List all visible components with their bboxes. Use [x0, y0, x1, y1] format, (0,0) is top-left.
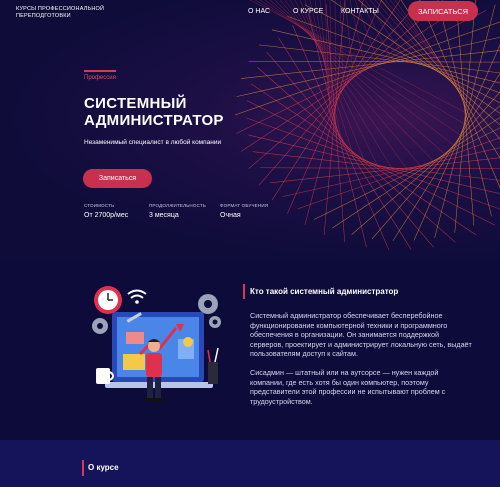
course-section: О курсе — [0, 440, 500, 487]
page-title: СИСТЕМНЫЙ АДМИНИСТРАТОР — [84, 95, 224, 129]
hero-line — [269, 0, 448, 157]
nav-about[interactable]: О НАС — [248, 8, 270, 15]
course-title: О курсе — [88, 463, 119, 472]
stat-price: СТОИМОСТЬ От 2700р/мес — [84, 203, 128, 219]
page: КУРСЫ ПРОФЕССИОНАЛЬНОЙ ПЕРЕПОДГОТОВКИ О … — [0, 0, 500, 487]
stat-value: Очная — [220, 212, 241, 219]
sysadmin-illustration — [92, 286, 221, 402]
logo[interactable]: КУРСЫ ПРОФЕССИОНАЛЬНОЙ ПЕРЕПОДГОТОВКИ — [16, 6, 104, 20]
hero-line — [292, 24, 389, 250]
header-signup-button[interactable]: ЗАПИСАТЬСЯ — [408, 1, 478, 21]
hero-signup-button[interactable]: Записаться — [83, 169, 152, 188]
stat-format: ФОРМАТ ОБУЧЕНИЯ Очная — [220, 203, 268, 219]
logo-line-1: КУРСЫ ПРОФЕССИОНАЛЬНОЙ — [16, 6, 105, 12]
hero-line — [437, 0, 492, 217]
stat-value: От 2700р/мес — [84, 212, 129, 219]
hero-line — [264, 0, 457, 148]
nav-contacts[interactable]: КОНТАКТЫ — [341, 8, 379, 15]
hero-line — [240, 1, 468, 152]
hero-line — [329, 0, 332, 104]
hero-section: КУРСЫ ПРОФЕССИОНАЛЬНОЙ ПЕРЕПОДГОТОВКИ О … — [0, 0, 500, 262]
stat-duration: ПРОДОЛЖИТЕЛЬНОСТЬ 3 месяца — [149, 203, 206, 219]
stat-value: 3 месяца — [149, 212, 179, 219]
title-line-1: СИСТЕМНЫЙ — [84, 95, 187, 112]
hero-line — [266, 51, 434, 248]
hero-line-art — [234, 0, 500, 250]
about-title: Кто такой системный администратор — [250, 287, 399, 296]
profession-tag: Профессия — [84, 75, 116, 81]
hero-line — [380, 0, 500, 140]
about-title-marker — [243, 284, 245, 299]
hero-subtitle: Незаменимый специалист в любой компании — [84, 139, 222, 146]
hero-line — [279, 0, 422, 168]
about-paragraph-1: Системный администратор обеспечивает бес… — [250, 311, 472, 359]
hero-line — [257, 67, 456, 243]
stat-label: СТОИМОСТЬ — [84, 203, 115, 208]
hero-line — [248, 60, 500, 63]
tag-underline — [84, 70, 116, 72]
title-line-2: АДМИНИСТРАТОР — [84, 112, 224, 129]
hero-line — [334, 0, 337, 93]
nav-course[interactable]: О КУРСЕ — [293, 8, 323, 15]
hero-line — [434, 4, 496, 238]
hero-line — [260, 167, 500, 169]
hero-line — [351, 105, 500, 235]
stat-label: ПРОДОЛЖИТЕЛЬНОСТЬ — [149, 203, 206, 208]
hero-line — [419, 0, 500, 189]
hero-line — [323, 0, 346, 235]
hero-line — [278, 37, 412, 250]
about-section: Кто такой системный администратор Систем… — [0, 262, 500, 440]
logo-line-2: ПЕРЕПОДГОТОВКИ — [16, 13, 71, 19]
hero-line — [455, 0, 475, 226]
course-title-marker — [82, 460, 84, 476]
hero-line — [248, 0, 444, 169]
stat-label: ФОРМАТ ОБУЧЕНИЯ — [220, 203, 269, 208]
about-paragraph-2: Сисадмин — штатный или на аутсорсе — нуж… — [250, 368, 446, 406]
